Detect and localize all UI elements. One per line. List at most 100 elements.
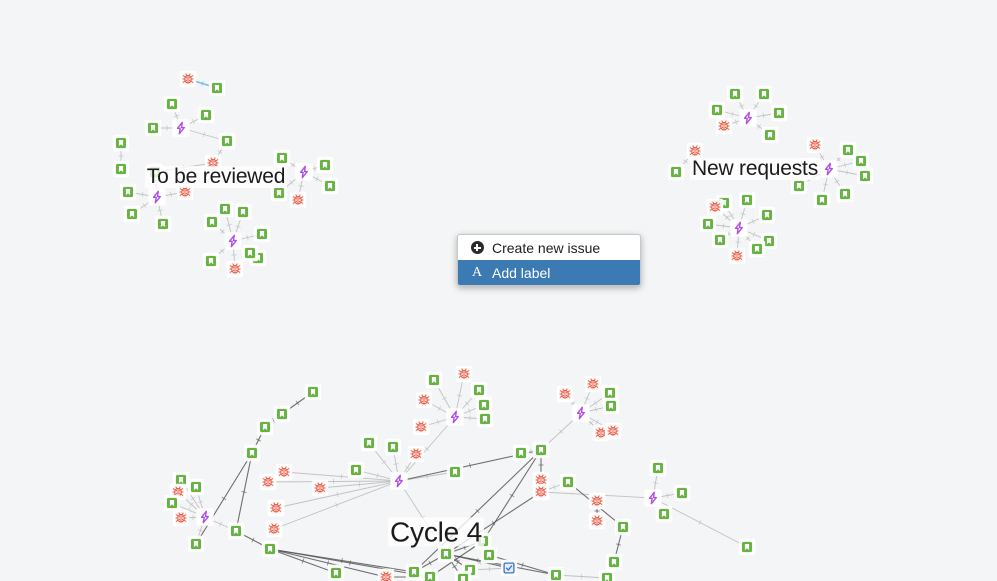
graph-node-story[interactable] <box>126 208 138 220</box>
graph-node-story[interactable] <box>157 218 169 230</box>
graph-node-story[interactable] <box>205 255 217 267</box>
graph-node-story[interactable] <box>219 203 231 215</box>
graph-node-story[interactable] <box>330 567 342 579</box>
graph-node-epic[interactable] <box>174 121 188 135</box>
graph-node-bug[interactable] <box>277 465 291 479</box>
graph-node-story[interactable] <box>859 170 871 182</box>
graph-node-bug[interactable] <box>409 447 423 461</box>
graph-node-bug[interactable] <box>708 200 722 214</box>
graph-node-bug[interactable] <box>590 514 604 528</box>
graph-node-story[interactable] <box>562 476 574 488</box>
graph-node-story[interactable] <box>477 535 489 547</box>
graph-node-story[interactable] <box>115 137 127 149</box>
graph-node-story[interactable] <box>729 88 741 100</box>
graph-node-epic[interactable] <box>448 410 462 424</box>
graph-node-story[interactable] <box>839 188 851 200</box>
graph-node-bug[interactable] <box>808 138 822 152</box>
graph-node-story[interactable] <box>350 464 362 476</box>
graph-node-bug[interactable] <box>269 501 283 515</box>
graph-node-story[interactable] <box>515 447 527 459</box>
graph-node-story[interactable] <box>816 194 828 206</box>
graph-node-epic[interactable] <box>198 510 212 524</box>
graph-node-epic[interactable] <box>574 406 588 420</box>
graph-node-story[interactable] <box>166 98 178 110</box>
graph-node-story[interactable] <box>206 216 218 228</box>
graph-node-bug[interactable] <box>313 481 327 495</box>
graph-node-story[interactable] <box>200 109 212 121</box>
graph-node-story[interactable] <box>428 374 440 386</box>
graph-node-bug[interactable] <box>586 377 600 391</box>
graph-node-bug[interactable] <box>178 185 192 199</box>
graph-node-story[interactable] <box>617 521 629 533</box>
graph-node-story[interactable] <box>175 474 187 486</box>
graph-node-story[interactable] <box>276 408 288 420</box>
graph-node-layer[interactable] <box>112 70 874 581</box>
graph-node-bug[interactable] <box>228 262 242 276</box>
graph-node-story[interactable] <box>601 572 613 581</box>
graph-node-story[interactable] <box>676 487 688 499</box>
graph-node-epic[interactable] <box>150 190 164 204</box>
issue-dependency-graph[interactable] <box>0 0 997 581</box>
graph-node-bug[interactable] <box>206 156 220 170</box>
graph-node-story[interactable] <box>147 122 159 134</box>
graph-node-story[interactable] <box>478 399 490 411</box>
graph-node-epic[interactable] <box>226 234 240 248</box>
graph-view[interactable]: To be reviewed New requests Cycle 4 Create… <box>0 0 997 581</box>
graph-node-story[interactable] <box>115 163 127 175</box>
graph-node-bug[interactable] <box>534 485 548 499</box>
graph-node-story[interactable] <box>761 209 773 221</box>
graph-node-story[interactable] <box>259 421 271 433</box>
graph-node-story[interactable] <box>449 466 461 478</box>
graph-node-story[interactable] <box>658 508 670 520</box>
graph-node-bug[interactable] <box>379 570 393 581</box>
graph-node-bug[interactable] <box>590 494 604 508</box>
graph-node-bug[interactable] <box>717 119 731 133</box>
graph-node-story[interactable] <box>440 548 452 560</box>
graph-node-epic[interactable] <box>297 165 311 179</box>
context-menu[interactable]: Create new issue A Add label <box>457 234 641 286</box>
graph-node-epic[interactable] <box>732 221 746 235</box>
graph-node-story[interactable] <box>190 538 202 550</box>
graph-node-bug[interactable] <box>414 420 428 434</box>
graph-node-story[interactable] <box>479 413 491 425</box>
graph-node-story[interactable] <box>122 186 134 198</box>
graph-node-epic[interactable] <box>741 111 755 125</box>
graph-node-bug[interactable] <box>606 424 620 438</box>
graph-node-story[interactable] <box>387 441 399 453</box>
graph-node-bug[interactable] <box>417 393 431 407</box>
graph-node-story[interactable] <box>324 180 336 192</box>
graph-node-story[interactable] <box>793 180 805 192</box>
graph-node-story[interactable] <box>702 218 714 230</box>
graph-node-story[interactable] <box>408 566 420 578</box>
graph-node-story[interactable] <box>741 194 753 206</box>
graph-node-task[interactable] <box>503 562 515 574</box>
menu-item-add-label[interactable]: A Add label <box>458 260 640 285</box>
graph-node-epic[interactable] <box>392 474 406 488</box>
graph-node-story[interactable] <box>221 135 233 147</box>
graph-node-bug[interactable] <box>457 367 471 381</box>
graph-node-story[interactable] <box>149 166 161 178</box>
graph-node-story[interactable] <box>842 144 854 156</box>
graph-node-story[interactable] <box>608 556 620 568</box>
graph-node-story[interactable] <box>319 159 331 171</box>
graph-node-story[interactable] <box>652 462 664 474</box>
graph-node-story[interactable] <box>764 129 776 141</box>
graph-node-story[interactable] <box>483 549 495 561</box>
graph-node-bug[interactable] <box>730 249 744 263</box>
graph-node-story[interactable] <box>166 497 178 509</box>
graph-node-bug[interactable] <box>267 522 281 536</box>
graph-node-story[interactable] <box>604 387 616 399</box>
graph-node-story[interactable] <box>758 88 770 100</box>
graph-node-story[interactable] <box>751 243 763 255</box>
graph-node-story[interactable] <box>670 166 682 178</box>
graph-node-epic[interactable] <box>646 491 660 505</box>
graph-node-bug[interactable] <box>174 511 188 525</box>
graph-node-epic[interactable] <box>822 162 836 176</box>
graph-node-story[interactable] <box>230 525 242 537</box>
graph-node-story[interactable] <box>237 206 249 218</box>
graph-node-story[interactable] <box>711 104 723 116</box>
graph-node-bug[interactable] <box>291 193 305 207</box>
graph-node-story[interactable] <box>307 386 319 398</box>
graph-node-story[interactable] <box>424 571 436 581</box>
menu-item-create-new-issue[interactable]: Create new issue <box>458 235 640 260</box>
